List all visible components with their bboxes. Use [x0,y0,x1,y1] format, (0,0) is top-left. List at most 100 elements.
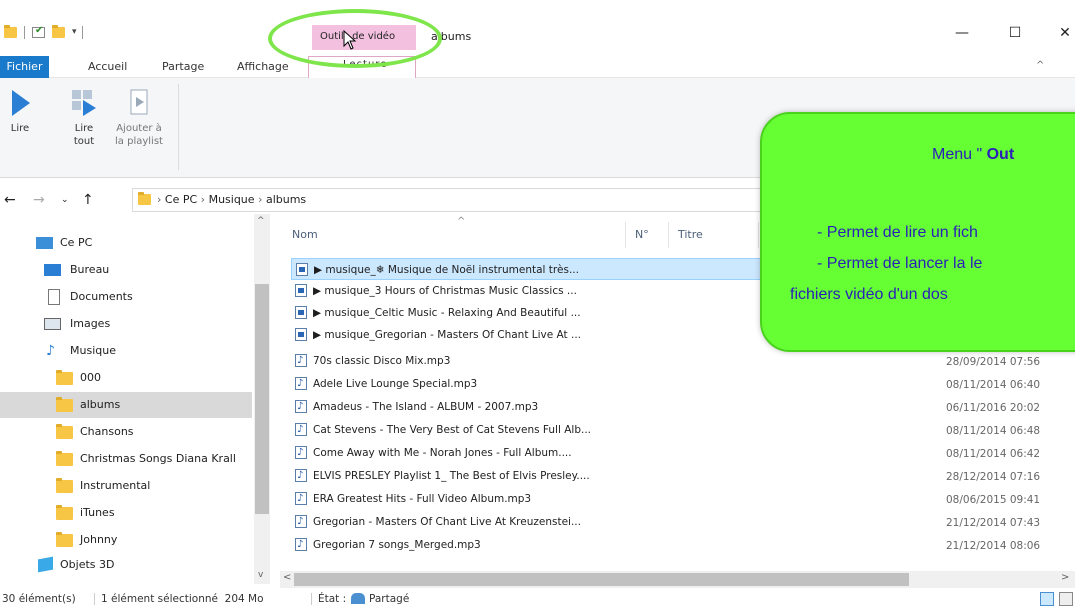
breadcrumb-ce-pc[interactable]: Ce PC [165,193,197,206]
file-name: ▶ musique_❄ Musique de Noël instrumental… [314,264,579,276]
file-row[interactable]: Adele Live Lounge Special.mp3 [291,373,811,395]
tab-affichage[interactable]: Affichage [237,60,289,73]
lire-tout-button[interactable]: Lire tout [64,88,104,148]
file-row[interactable]: ▶ musique_Celtic Music - Relaxing And Be… [291,302,811,324]
nav-item-label: Musique [70,344,116,357]
audio-file-icon [295,534,307,556]
breadcrumb-albums[interactable]: albums [266,193,306,206]
large-icons-view-icon[interactable] [1059,592,1073,606]
breadcrumb-musique[interactable]: Musique [209,193,255,206]
file-row[interactable]: ▶ musique_Gregorian - Masters Of Chant L… [291,324,811,346]
file-date: 08/06/2015 09:41 [946,494,1041,506]
new-folder-icon[interactable] [52,25,65,38]
recent-locations-icon[interactable]: ⌄ [61,195,69,205]
file-row[interactable]: ERA Greatest Hits - Full Video Album.mp3 [291,488,811,510]
nav-item-bureau[interactable]: Bureau [0,257,252,283]
column-header-numero[interactable]: N° [635,228,649,241]
shared-users-icon [351,593,365,604]
tab-accueil[interactable]: Accueil [88,60,127,73]
desktop-icon [44,264,61,276]
forward-arrow-icon[interactable]: → [33,192,45,208]
nav-item-ce-pc[interactable]: Ce PC [0,230,252,256]
column-header-nom[interactable]: Nom [292,228,318,241]
tab-partage[interactable]: Partage [162,60,204,73]
file-date: 08/11/2014 06:40 [946,379,1041,391]
file-row[interactable]: Cat Stevens - The Very Best of Cat Steve… [291,419,811,441]
selection-info: 1 élément sélectionné 204 Mo [101,593,264,605]
file-row[interactable]: ▶ musique_3 Hours of Christmas Music Cla… [291,280,811,302]
details-view-icon[interactable] [1040,592,1054,606]
file-row[interactable]: Gregorian 7 songs_Merged.mp3 [291,534,811,556]
file-name: ERA Greatest Hits - Full Video Album.mp3 [313,493,532,505]
file-name: Adele Live Lounge Special.mp3 [313,378,478,390]
nav-item-label: albums [80,398,121,411]
audio-file-icon [295,488,307,510]
close-button[interactable]: ✕ [1054,25,1075,41]
file-row[interactable]: 70s classic Disco Mix.mp3 [291,350,811,372]
music-icon: ♪ [46,343,55,359]
column-separator [758,222,759,248]
file-date: 08/11/2014 06:48 [946,425,1041,437]
nav-scroll-thumb[interactable] [255,284,269,514]
file-name: ▶ musique_Gregorian - Masters Of Chant L… [313,329,582,341]
folder-icon [56,451,73,466]
nav-item-documents[interactable]: Documents [0,284,252,310]
minimize-ribbon-icon[interactable]: ^ [1036,60,1044,71]
file-name: Gregorian 7 songs_Merged.mp3 [313,539,481,551]
column-header-titre[interactable]: Titre [678,228,703,241]
tab-fichier[interactable]: Fichier [0,56,49,78]
nav-item-label: Christmas Songs Diana Krall [80,452,236,465]
nav-item-christmas-songs[interactable]: Christmas Songs Diana Krall [0,446,252,472]
nav-item-chansons[interactable]: Chansons [0,419,252,445]
horizontal-scrollbar[interactable]: < > [280,571,1075,588]
video-file-icon [295,328,307,341]
nav-item-objets-3d[interactable]: Objets 3D [0,552,252,578]
folder-icon [4,25,17,38]
customize-quick-access-icon[interactable]: ▾ [72,27,77,37]
nav-item-label: Chansons [80,425,134,438]
file-name: ELVIS PRESLEY Playlist 1_ The Best of El… [313,470,590,482]
video-file-icon [295,306,307,319]
scroll-down-icon[interactable]: v [258,570,263,580]
minimize-button[interactable]: — [951,25,973,41]
callout-line-2: - Permet de lancer la le [817,255,983,272]
lire-label: Lire [10,123,30,134]
nav-item-albums[interactable]: albums [0,392,252,418]
maximize-button[interactable]: ☐ [1004,25,1026,41]
audio-file-icon [295,396,307,418]
up-arrow-icon[interactable]: ↑ [82,192,94,208]
images-icon [44,318,61,330]
folder-icon [56,370,73,385]
file-row[interactable]: Gregorian - Masters Of Chant Live At Kre… [291,511,811,533]
nav-item-000[interactable]: 000 [0,365,252,391]
scroll-right-icon[interactable]: > [1061,572,1069,583]
nav-item-musique[interactable]: ♪ Musique [0,338,252,364]
nav-item-itunes[interactable]: iTunes [0,500,252,526]
file-row[interactable]: Come Away with Me - Norah Jones - Full A… [291,442,811,464]
scroll-up-icon[interactable]: ^ [257,216,265,226]
scroll-left-icon[interactable]: < [283,572,291,583]
file-row[interactable]: Amadeus - The Island - ALBUM - 2007.mp3 [291,396,811,418]
ajouter-label-1: Ajouter à [116,123,162,134]
ajouter-playlist-button[interactable]: Ajouter à la playlist [108,88,170,148]
file-row[interactable]: ▶ musique_❄ Musique de Noël instrumental… [291,258,811,280]
breadcrumb: › Ce PC › Musique › albums [157,193,307,206]
file-date: 21/12/2014 07:43 [946,517,1041,529]
folder-icon [56,532,73,547]
nav-item-johnny[interactable]: Johnny [0,527,252,553]
horizontal-scroll-thumb[interactable] [294,573,909,586]
file-row[interactable]: ELVIS PRESLEY Playlist 1_ The Best of El… [291,465,811,487]
properties-icon[interactable]: ✔ [32,25,45,38]
audio-file-icon [295,373,307,395]
back-arrow-icon[interactable]: ← [4,192,16,208]
file-name: 70s classic Disco Mix.mp3 [313,355,451,367]
nav-item-images[interactable]: Images [0,311,252,337]
file-name: Gregorian - Masters Of Chant Live At Kre… [313,516,581,528]
nav-item-instrumental[interactable]: Instrumental [0,473,252,499]
file-date: 28/09/2014 07:56 [946,356,1041,368]
nav-item-label: Objets 3D [60,558,115,571]
folder-icon [56,397,73,412]
nav-item-label: Bureau [70,263,110,276]
lire-button[interactable]: Lire [2,88,38,135]
pc-icon [36,237,53,249]
